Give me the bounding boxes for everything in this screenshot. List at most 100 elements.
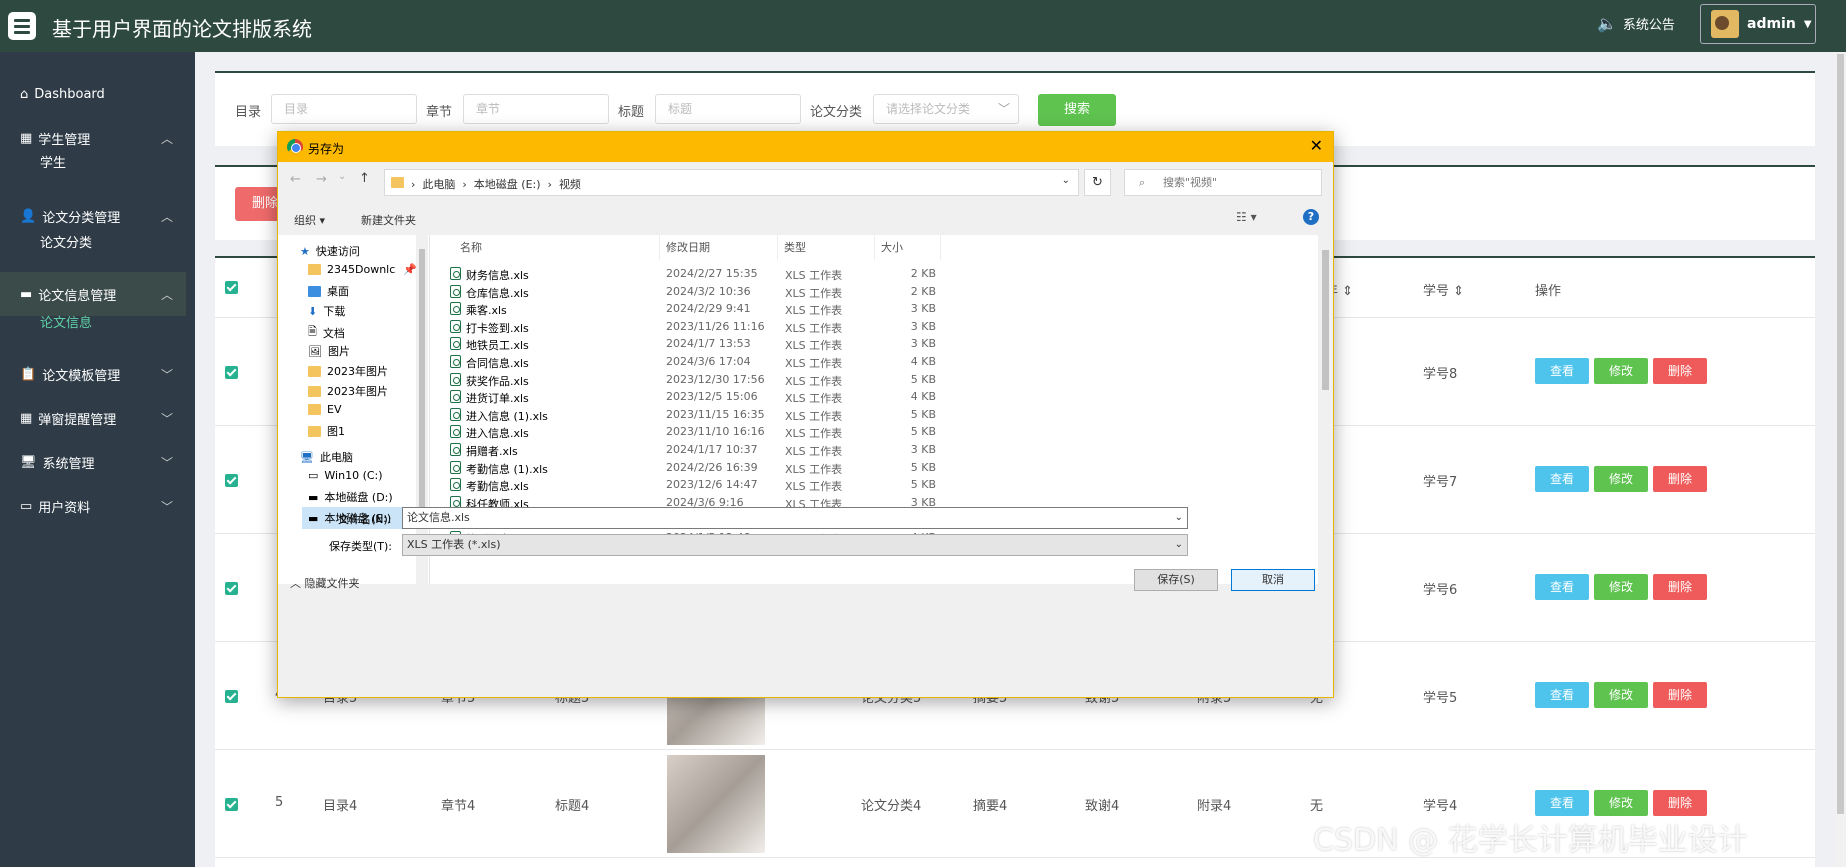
tree-item[interactable]: 2345Downlc 📌	[308, 263, 417, 276]
forward-icon[interactable]: →	[316, 172, 327, 187]
sidebar-item-template-mgmt[interactable]: 📋 论文模板管理 ﹀	[0, 352, 195, 396]
sidebar-item-dashboard[interactable]: ⌂ Dashboard	[0, 72, 195, 116]
col-name[interactable]: 名称	[448, 235, 660, 260]
file-row[interactable]: 捐赠者.xls 2024/1/17 10:37 XLS 工作表 3 KB	[440, 441, 940, 458]
edit-button[interactable]: 修改	[1594, 574, 1648, 600]
row-checkbox[interactable]	[225, 798, 238, 811]
tree-item[interactable]: ▭ Win10 (C:)	[308, 469, 383, 482]
file-row[interactable]: 考勤信息 (1).xls 2024/2/26 16:39 XLS 工作表 5 KB	[440, 459, 940, 476]
filename-input[interactable]: 论文信息.xls ⌄	[402, 507, 1188, 529]
sidebar-item-student-mgmt[interactable]: ▦ 学生管理 ︿	[0, 116, 195, 160]
file-row[interactable]: 仓库信息.xls 2024/3/2 10:36 XLS 工作表 2 KB	[440, 283, 940, 300]
announce-button[interactable]: 🔈 系统公告	[1597, 14, 1675, 33]
back-icon[interactable]: ←	[290, 172, 301, 187]
sidebar-item-paper-mgmt[interactable]: ▬ 论文信息管理 ︿	[0, 272, 186, 316]
col-size[interactable]: 大小	[875, 235, 941, 260]
sidebar-item-profile[interactable]: ▭ 用户资料 ﹀	[0, 484, 195, 528]
chevron-down-icon[interactable]: ⌄	[1175, 535, 1183, 555]
row-checkbox[interactable]	[225, 474, 238, 487]
row-checkbox[interactable]	[225, 582, 238, 595]
tree-item[interactable]: 图1	[308, 423, 345, 439]
tree-item[interactable]: ⬇ 下载	[308, 303, 345, 319]
cancel-button[interactable]: 取消	[1231, 569, 1315, 591]
delete-button[interactable]: 删除	[1653, 466, 1707, 492]
file-row[interactable]: 财务信息.xls 2024/2/27 15:35 XLS 工作表 2 KB	[440, 265, 940, 282]
edit-button[interactable]: 修改	[1594, 466, 1648, 492]
file-row[interactable]: 进入信息.xls 2023/11/10 16:16 XLS 工作表 5 KB	[440, 423, 940, 440]
delete-button[interactable]: 删除	[1653, 574, 1707, 600]
view-button[interactable]: 查看	[1535, 790, 1589, 816]
refresh-icon[interactable]: ↻	[1084, 169, 1111, 196]
crumb-this-pc[interactable]: 此电脑	[422, 178, 455, 191]
edit-button[interactable]: 修改	[1594, 790, 1648, 816]
new-folder-button[interactable]: 新建文件夹	[361, 212, 416, 228]
address-bar[interactable]: › 此电脑 › 本地磁盘 (E:) › 视频 ⌄	[384, 169, 1079, 196]
edit-button[interactable]: 修改	[1594, 358, 1648, 384]
view-options-icon[interactable]: ☷ ▾	[1236, 210, 1257, 224]
view-button[interactable]: 查看	[1535, 466, 1589, 492]
delete-button[interactable]: 删除	[1653, 358, 1707, 384]
tree-scrollbar-thumb[interactable]	[419, 249, 425, 519]
close-icon[interactable]: ✕	[1310, 136, 1323, 155]
hamburger-menu-icon[interactable]	[8, 12, 36, 40]
file-row[interactable]: 地铁员工.xls 2024/1/7 13:53 XLS 工作表 3 KB	[440, 335, 940, 352]
dialog-titlebar[interactable]: 另存为 ✕	[278, 132, 1333, 162]
recent-dropdown-icon[interactable]: ⌄	[338, 171, 346, 182]
tree-quick-access[interactable]: ★ 快速访问	[300, 243, 360, 259]
row-checkbox[interactable]	[225, 690, 238, 703]
folder-search-input[interactable]: ⌕ 搜索"视频"	[1124, 169, 1322, 196]
up-icon[interactable]: ↑	[359, 171, 370, 186]
file-row[interactable]: 乘客.xls 2024/2/29 9:41 XLS 工作表 3 KB	[440, 300, 940, 317]
view-button[interactable]: 查看	[1535, 682, 1589, 708]
tree-item[interactable]: EV	[308, 403, 341, 416]
col-type[interactable]: 类型	[778, 235, 875, 260]
zhangjie-input[interactable]: 章节	[463, 94, 609, 124]
tree-scrollbar[interactable]	[416, 235, 428, 584]
category-select[interactable]: 请选择论文分类 ﹀	[873, 94, 1019, 124]
help-icon[interactable]: ?	[1303, 209, 1319, 225]
view-button[interactable]: 查看	[1535, 574, 1589, 600]
chevron-down-icon[interactable]: ⌄	[1062, 175, 1070, 186]
file-row[interactable]: 进入信息 (1).xls 2023/11/15 16:35 XLS 工作表 5 KB	[440, 406, 940, 423]
select-all-checkbox[interactable]	[225, 281, 238, 294]
file-row[interactable]: 打卡签到.xls 2023/11/26 11:16 XLS 工作表 3 KB	[440, 318, 940, 335]
crumb-videos[interactable]: 视频	[559, 178, 581, 191]
file-row[interactable]: 合同信息.xls 2024/3/6 17:04 XLS 工作表 4 KB	[440, 353, 940, 370]
tree-item[interactable]: 桌面	[308, 283, 349, 299]
row-checkbox[interactable]	[225, 366, 238, 379]
filetype-select[interactable]: XLS 工作表 (*.xls) ⌄	[402, 534, 1188, 556]
scrollbar-thumb[interactable]	[1837, 54, 1844, 814]
col-date[interactable]: 修改日期	[660, 235, 778, 260]
save-button[interactable]: 保存(S)	[1134, 569, 1218, 591]
file-row[interactable]: 考勤信息.xls 2023/12/6 14:47 XLS 工作表 5 KB	[440, 476, 940, 493]
search-button[interactable]: 搜索	[1038, 94, 1116, 126]
sidebar-sub-paper-info[interactable]: 论文信息	[40, 312, 92, 331]
tree-item[interactable]: ▬ 本地磁盘 (D:)	[308, 489, 393, 505]
crumb-drive-e[interactable]: 本地磁盘 (E:)	[474, 178, 541, 191]
file-list-scrollbar[interactable]	[1318, 235, 1333, 584]
sidebar-item-system-mgmt[interactable]: 🖥 系统管理 ﹀	[0, 440, 195, 484]
file-row[interactable]: 获奖作品.xls 2023/12/30 17:56 XLS 工作表 5 KB	[440, 371, 940, 388]
tree-item[interactable]: 2023年图片	[308, 363, 388, 379]
tree-item[interactable]: 🖼 图片	[308, 343, 350, 359]
edit-button[interactable]: 修改	[1594, 682, 1648, 708]
view-button[interactable]: 查看	[1535, 358, 1589, 384]
biaoti-input[interactable]: 标题	[655, 94, 801, 124]
delete-button[interactable]: 删除	[1653, 790, 1707, 816]
tree-item[interactable]: 🗎 文档	[308, 323, 345, 342]
page-scrollbar[interactable]	[1835, 52, 1846, 867]
sidebar-sub-student[interactable]: 学生	[40, 152, 66, 171]
file-row[interactable]: 进货订单.xls 2023/12/5 15:06 XLS 工作表 4 KB	[440, 388, 940, 405]
organize-menu[interactable]: 组织 ▾	[294, 212, 325, 228]
col-header-xuehao[interactable]: 学号 ⇕	[1423, 280, 1464, 299]
sidebar-item-category-mgmt[interactable]: 👤 论文分类管理 ︿	[0, 194, 195, 238]
sidebar-item-popup-mgmt[interactable]: ▦ 弹窗提醒管理 ﹀	[0, 396, 195, 440]
file-scrollbar-thumb[interactable]	[1322, 250, 1329, 390]
sidebar-sub-category[interactable]: 论文分类	[40, 232, 92, 251]
user-menu[interactable]: admin ▼	[1700, 4, 1816, 44]
mulu-input[interactable]: 目录	[271, 94, 417, 124]
chevron-down-icon[interactable]: ⌄	[1175, 508, 1183, 528]
tree-this-pc[interactable]: 🖥 此电脑	[300, 449, 353, 465]
hide-folders-toggle[interactable]: ︿ 隐藏文件夹	[290, 575, 360, 591]
delete-button[interactable]: 删除	[1653, 682, 1707, 708]
